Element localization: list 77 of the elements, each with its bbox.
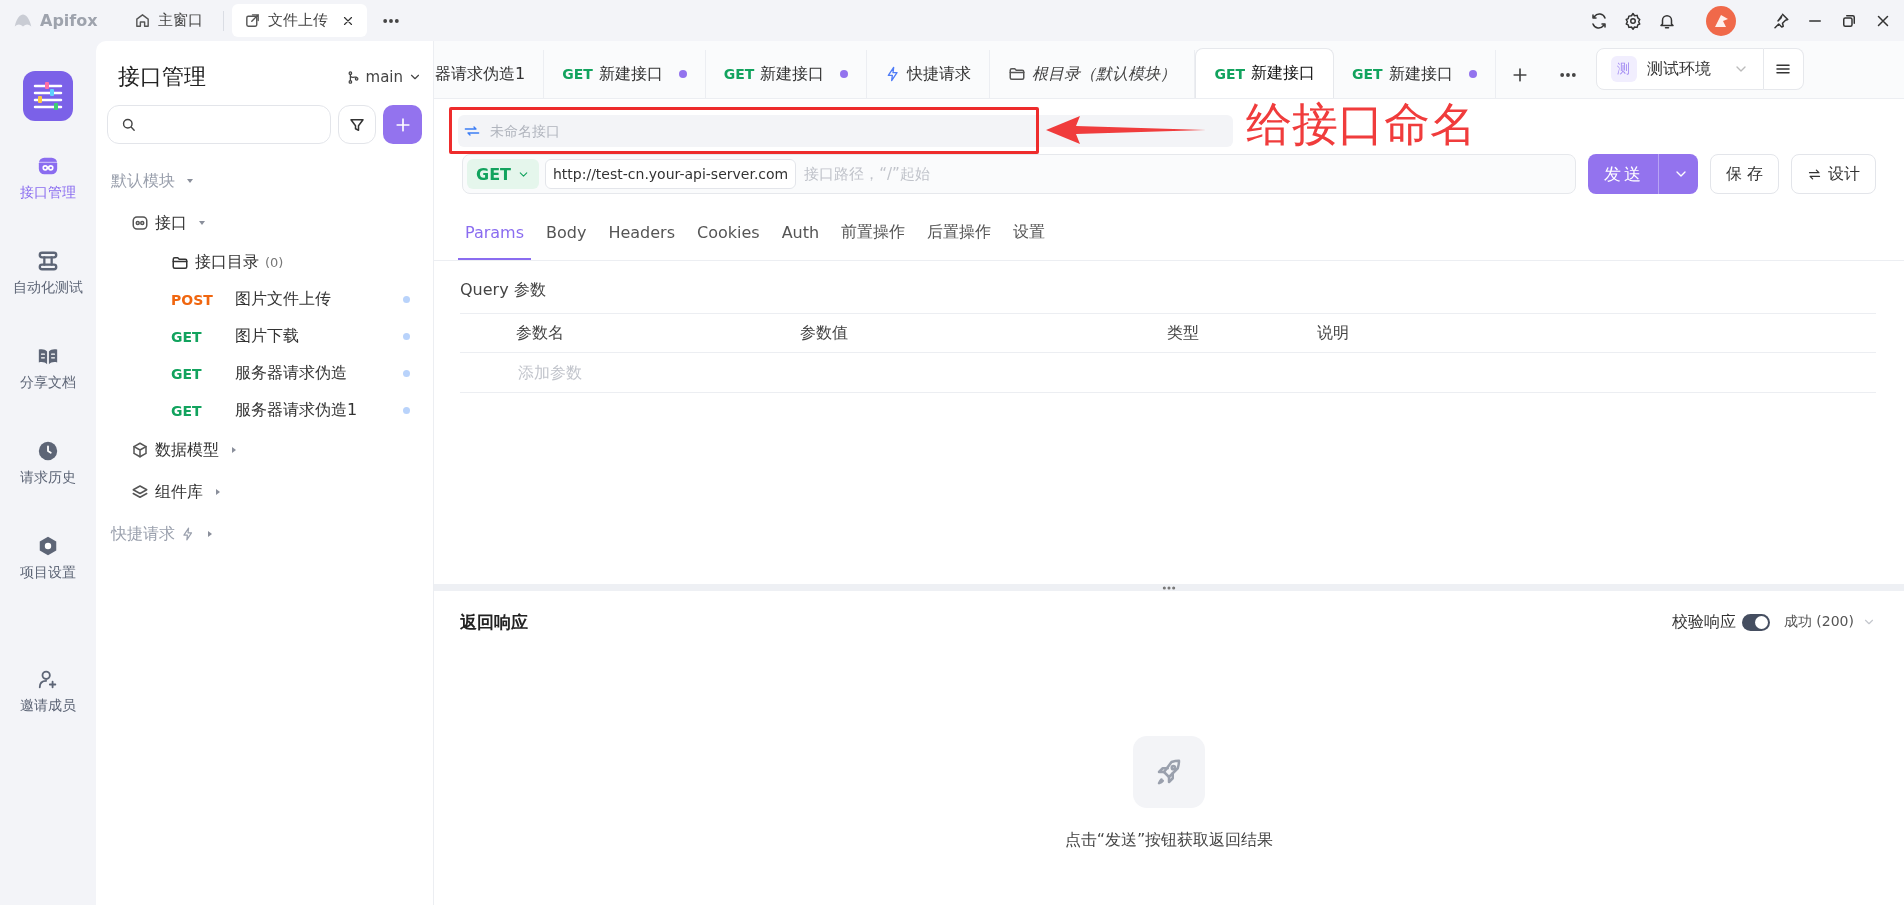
status-dot [403, 407, 410, 414]
layers-icon [131, 483, 149, 501]
nav-item[interactable]: 自动化测试 [13, 238, 83, 333]
nav-item[interactable]: 请求历史 [20, 428, 76, 523]
nav-item[interactable]: 接口管理 [20, 143, 76, 238]
tree-request[interactable]: GET 图片下载 [171, 318, 422, 355]
design-button[interactable]: 设计 [1791, 154, 1876, 194]
stack-icon [37, 250, 59, 272]
avatar-icon[interactable] [1706, 5, 1736, 36]
app-name: Apifox [40, 11, 98, 30]
request-tab[interactable]: 器请求伪造1 [434, 50, 545, 98]
base-url: http://test-cn.your-api-server.com [545, 159, 797, 189]
clock-icon [37, 440, 59, 462]
column-header: 参数值 [800, 322, 849, 344]
hexagon-icon [37, 535, 59, 557]
tree-group[interactable]: 数据模型 [155, 439, 219, 461]
param-tab[interactable]: 后置操作 [920, 206, 999, 260]
param-tab[interactable]: Params [458, 206, 532, 260]
window-tab[interactable]: 文件上传 [232, 4, 367, 37]
status-dot [403, 296, 410, 303]
send-button[interactable]: 发送 [1587, 154, 1698, 194]
panel-title: 接口管理 [118, 63, 206, 91]
column-header: 参数名 [516, 322, 565, 344]
section-title: Query 参数 [460, 278, 547, 301]
status-dot [403, 333, 410, 340]
user-plus-icon [37, 668, 59, 690]
api-icon [37, 155, 59, 177]
environment-selector[interactable]: 测 测试环境 [1595, 48, 1764, 90]
request-tab[interactable]: GET 新建接口 [544, 50, 706, 98]
status-dot [403, 370, 410, 377]
param-tab[interactable]: 前置操作 [834, 206, 913, 260]
status-selector[interactable]: 成功 (200) [1783, 613, 1876, 631]
folder-icon [1008, 65, 1027, 83]
toggle-switch[interactable] [1741, 613, 1770, 631]
nav-item[interactable]: 项目设置 [20, 523, 76, 618]
tree-folder[interactable]: 接口目录 (0) [171, 244, 422, 281]
column-header: 类型 [1167, 322, 1200, 344]
tree-group[interactable]: 接口 [155, 212, 187, 234]
toggle-label: 校验响应 [1671, 611, 1736, 633]
param-tab[interactable]: Body [539, 206, 594, 260]
add-param-field[interactable]: 添加参数 [516, 362, 776, 383]
empty-state-text: 点击“发送”按钮获取返回结果 [1064, 829, 1274, 851]
menu-button[interactable] [1763, 48, 1804, 90]
column-header: 说明 [1317, 322, 1350, 344]
add-button[interactable] [383, 105, 422, 144]
search-field[interactable] [107, 105, 331, 144]
param-tab[interactable]: Cookies [690, 206, 767, 260]
settings-icon[interactable] [1624, 11, 1642, 30]
section-title: 返回响应 [460, 610, 528, 634]
save-button[interactable]: 保 存 [1709, 154, 1779, 194]
popout-icon [244, 12, 261, 29]
nav-item[interactable]: 邀请成员 [20, 656, 76, 751]
filter-button[interactable] [337, 105, 377, 144]
param-tab[interactable]: Auth [774, 206, 827, 260]
search-icon [120, 116, 137, 133]
pin-icon[interactable] [1772, 11, 1790, 30]
tree-request[interactable]: GET 服务器请求伪造 [171, 355, 422, 392]
request-tab[interactable]: GET 新建接口 [1334, 50, 1496, 98]
swap-icon [1807, 166, 1822, 182]
api-icon [131, 214, 149, 232]
param-tab[interactable]: Headers [601, 206, 683, 260]
tree-group[interactable]: 组件库 [155, 481, 203, 503]
request-tab[interactable]: 快捷请求 [867, 50, 991, 98]
annotation-text: 给接口命名 [1246, 97, 1476, 153]
request-tab[interactable]: GET 新建接口 [1195, 48, 1334, 98]
param-tab[interactable]: 设置 [1006, 206, 1053, 260]
nav-item[interactable]: 分享文档 [20, 333, 76, 428]
app-icon [23, 71, 73, 121]
sync-icon[interactable] [1590, 11, 1608, 30]
window-tab[interactable]: 主窗口 [122, 4, 215, 37]
branch-selector[interactable]: main [345, 68, 422, 86]
lightning-icon [181, 527, 195, 541]
home-icon [134, 12, 151, 29]
request-tab[interactable]: GET 新建接口 [705, 50, 868, 98]
cube-icon [131, 441, 149, 459]
tree-request[interactable]: GET 服务器请求伪造1 [171, 392, 422, 429]
tree-request[interactable]: POST 图片文件上传 [171, 281, 422, 318]
